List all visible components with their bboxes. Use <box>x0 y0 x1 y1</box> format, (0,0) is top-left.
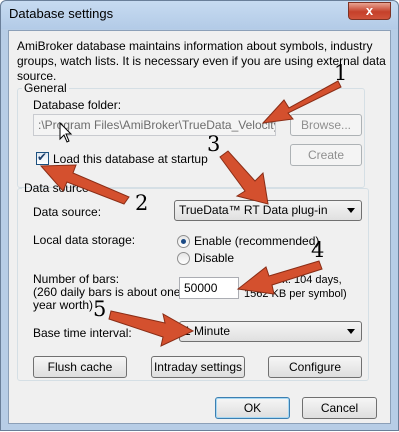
arrow-1 <box>261 80 342 124</box>
annotation-number-5: 5 <box>93 297 107 321</box>
arrow-4 <box>236 260 323 295</box>
annotation-number-4: 4 <box>311 238 325 262</box>
database-settings-window: Database settings x AmiBroker database m… <box>0 0 399 431</box>
arrow-5 <box>108 310 195 347</box>
annotation-number-1: 1 <box>334 61 348 85</box>
arrow-2 <box>39 164 130 205</box>
annotation-number-2: 2 <box>135 191 149 215</box>
arrow-3 <box>219 150 269 205</box>
annotation-number-3: 3 <box>207 132 221 156</box>
